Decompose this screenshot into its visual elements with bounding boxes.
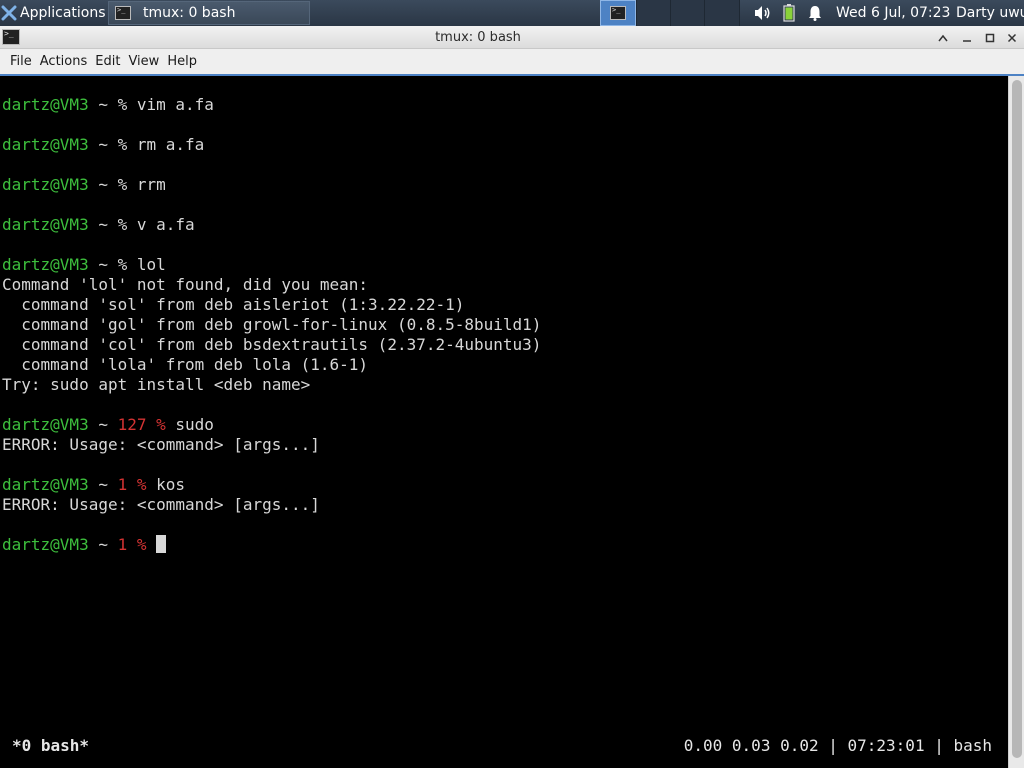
window-title: tmux: 0 bash bbox=[435, 30, 521, 45]
window-titlebar[interactable]: >_ tmux: 0 bash bbox=[0, 26, 1024, 49]
prompt-line: dartz@VM3 ~ % rm a.fa bbox=[2, 135, 204, 155]
prompt-symbol: % bbox=[117, 95, 137, 114]
output-line: command 'lola' from deb lola (1.6-1) bbox=[2, 355, 369, 374]
menu-actions[interactable]: Actions bbox=[40, 54, 96, 69]
prompt-path: ~ bbox=[88, 475, 118, 494]
output-line: command 'sol' from deb aisleriot (1:3.22… bbox=[2, 295, 465, 314]
prompt-user-host: dartz@VM3 bbox=[2, 535, 89, 554]
prompt-line: dartz@VM3 ~ % rrm bbox=[2, 175, 166, 195]
output-line: Try: sudo apt install <deb name> bbox=[2, 375, 311, 394]
prompt-line: dartz@VM3 ~ 127 % sudo bbox=[2, 415, 214, 435]
output-line: ERROR: Usage: <command> [args...] bbox=[2, 495, 320, 514]
prompt-user-host: dartz@VM3 bbox=[2, 95, 89, 114]
notification-bell-icon[interactable] bbox=[802, 0, 828, 26]
command-text: rrm bbox=[136, 175, 166, 194]
prompt-line: dartz@VM3 ~ % vim a.fa bbox=[2, 95, 214, 115]
workspace-1-button[interactable]: >_ bbox=[600, 0, 636, 26]
command-text: vim a.fa bbox=[136, 95, 214, 114]
prompt-path: ~ bbox=[88, 415, 118, 434]
taskbar-window-button[interactable]: >_ tmux: 0 bash bbox=[108, 1, 310, 25]
menu-edit[interactable]: Edit bbox=[95, 54, 128, 69]
output-line: ERROR: Usage: <command> [args...] bbox=[2, 435, 320, 454]
prompt-exit-code: 1 bbox=[117, 535, 137, 554]
tmux-status-bar: *0 bash* 0.00 0.03 0.02 | 07:23:01 | bas… bbox=[0, 731, 1008, 761]
prompt-symbol: % bbox=[117, 175, 137, 194]
maximize-button[interactable] bbox=[981, 29, 999, 47]
prompt-path: ~ bbox=[88, 95, 118, 114]
prompt-user-host: dartz@VM3 bbox=[2, 415, 89, 434]
prompt-user-host: dartz@VM3 bbox=[2, 255, 89, 274]
terminal-area[interactable]: dartz@VM3 ~ % vim a.fa dartz@VM3 ~ % rm a… bbox=[0, 76, 1008, 768]
applications-label: Applications bbox=[20, 5, 106, 21]
prompt-path: ~ bbox=[88, 175, 118, 194]
prompt-exit-code: 127 bbox=[117, 415, 157, 434]
workspace-3-button[interactable] bbox=[670, 0, 704, 26]
panel-user-name[interactable]: Darty uwu bbox=[956, 0, 1024, 26]
volume-icon[interactable] bbox=[750, 0, 776, 26]
prompt-symbol: % bbox=[117, 255, 137, 274]
workspace-4-button[interactable] bbox=[704, 0, 740, 26]
command-text: rm a.fa bbox=[136, 135, 205, 154]
tmux-window-list: *0 bash* bbox=[12, 736, 90, 755]
output-line: Command 'lol' not found, did you mean: bbox=[2, 275, 369, 294]
prompt-exit-code: 1 bbox=[117, 475, 137, 494]
prompt-line: dartz@VM3 ~ % lol bbox=[2, 255, 166, 275]
output-line: command 'col' from deb bsdextrautils (2.… bbox=[2, 335, 542, 354]
prompt-user-host: dartz@VM3 bbox=[2, 475, 89, 494]
prompt-user-host: dartz@VM3 bbox=[2, 135, 89, 154]
prompt-symbol: % bbox=[117, 215, 137, 234]
prompt-line: dartz@VM3 ~ 1 % kos bbox=[2, 475, 185, 495]
prompt-symbol: % bbox=[117, 135, 137, 154]
prompt-line: dartz@VM3 ~ % v a.fa bbox=[2, 215, 195, 235]
minimize-button[interactable] bbox=[958, 29, 976, 47]
scrollbar-thumb[interactable] bbox=[1012, 80, 1022, 758]
prompt-line: dartz@VM3 ~ 1 % bbox=[2, 535, 167, 555]
battery-icon[interactable] bbox=[776, 0, 802, 26]
command-text: v a.fa bbox=[136, 215, 195, 234]
menu-file[interactable]: File bbox=[0, 54, 40, 69]
panel-clock[interactable]: Wed 6 Jul, 07:23 bbox=[836, 0, 950, 26]
prompt-user-host: dartz@VM3 bbox=[2, 175, 89, 194]
prompt-path: ~ bbox=[88, 255, 118, 274]
prompt-symbol: % bbox=[156, 415, 176, 434]
terminal-icon: >_ bbox=[610, 6, 626, 20]
output-line: command 'gol' from deb growl-for-linux (… bbox=[2, 315, 542, 334]
prompt-path: ~ bbox=[88, 135, 118, 154]
system-tray bbox=[750, 0, 828, 26]
menu-view[interactable]: View bbox=[128, 54, 167, 69]
prompt-symbol: % bbox=[136, 475, 157, 494]
top-panel: Applications >_ tmux: 0 bash >_ Wed 6 Ju… bbox=[0, 0, 1024, 26]
terminal-icon: >_ bbox=[115, 6, 131, 20]
applications-menu-button[interactable]: Applications bbox=[0, 0, 108, 26]
close-button[interactable] bbox=[1003, 29, 1021, 47]
terminal-cursor bbox=[156, 535, 167, 553]
prompt-symbol: % bbox=[136, 535, 157, 554]
prompt-path: ~ bbox=[88, 215, 118, 234]
xfce-icon bbox=[0, 0, 18, 26]
tmux-status-right: 0.00 0.03 0.02 | 07:23:01 | bash bbox=[683, 736, 992, 755]
menu-help[interactable]: Help bbox=[167, 54, 205, 69]
prompt-path: ~ bbox=[88, 535, 118, 554]
menu-bar: File Actions Edit View Help bbox=[0, 49, 1024, 74]
taskbar-window-label: tmux: 0 bash bbox=[143, 5, 236, 21]
prompt-user-host: dartz@VM3 bbox=[2, 215, 89, 234]
workspace-2-button[interactable] bbox=[636, 0, 670, 26]
window-shade-button[interactable] bbox=[934, 29, 952, 47]
command-text: sudo bbox=[175, 415, 214, 434]
terminal-scrollbar[interactable] bbox=[1008, 76, 1024, 768]
command-text: kos bbox=[156, 475, 186, 494]
command-text: lol bbox=[136, 255, 166, 274]
